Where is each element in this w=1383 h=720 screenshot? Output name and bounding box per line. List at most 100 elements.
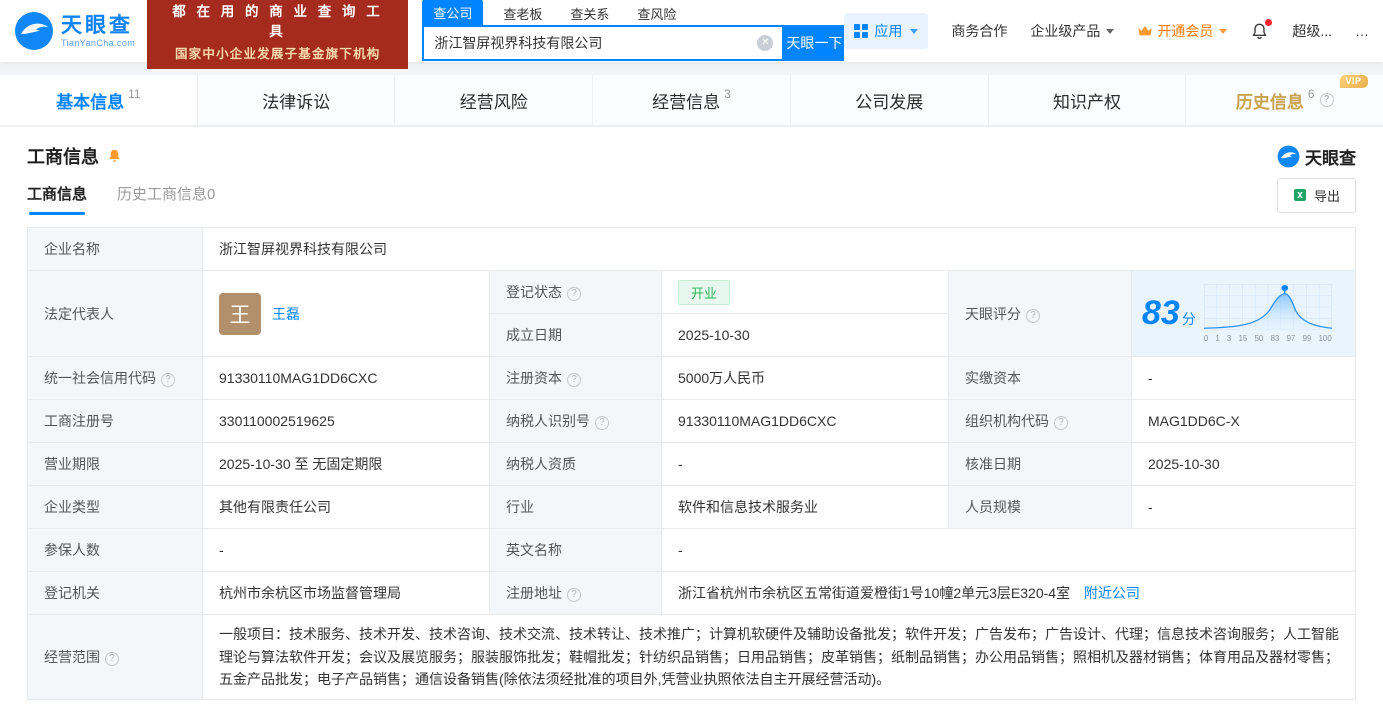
english-name-value: - bbox=[661, 528, 1356, 572]
tab-badge: 6 bbox=[1307, 87, 1315, 101]
subtab-business-info[interactable]: 工商信息 bbox=[27, 183, 87, 215]
alert-bell-icon[interactable] bbox=[107, 148, 122, 164]
subtabs: 工商信息 历史工商信息0 导出 bbox=[27, 177, 1356, 217]
logo-title: 天眼查 bbox=[61, 14, 133, 38]
reg-status-label: 登记状态 bbox=[489, 270, 662, 314]
score-axis-label: 99 bbox=[1302, 334, 1312, 343]
search-tab-company[interactable]: 查公司 bbox=[422, 0, 484, 25]
logo-text: 天眼查 TianYanCha.com bbox=[61, 14, 135, 47]
table-row: 法定代表人 王 王磊 登记状态 开业 天眼评分 bbox=[27, 270, 1356, 357]
page-title: 工商信息 bbox=[27, 147, 99, 167]
search-tabs: 查公司 查老板 查关系 查风险 bbox=[422, 0, 844, 25]
score-axis-label: 0 bbox=[1203, 334, 1209, 343]
apps-menu[interactable]: 应用 bbox=[844, 13, 929, 49]
search-input[interactable] bbox=[424, 34, 758, 51]
reg-number-value: 330110002519625 bbox=[202, 399, 490, 443]
tab-basic-info[interactable]: 基本信息 11 bbox=[0, 75, 198, 125]
nav-open-vip[interactable]: 开通会员 bbox=[1137, 21, 1228, 41]
export-label: 导出 bbox=[1313, 188, 1340, 204]
notification-bell[interactable] bbox=[1250, 18, 1273, 41]
page: 天眼查 TianYanCha.com 都 在 用 的 商 业 查 询 工 具 国… bbox=[0, 0, 1383, 720]
business-scope-label: 经营范围 bbox=[27, 613, 203, 701]
search-tab-risk[interactable]: 查风险 bbox=[637, 4, 676, 25]
established-label: 成立日期 bbox=[489, 313, 662, 357]
chevron-down-icon bbox=[1219, 28, 1228, 34]
export-button[interactable]: 导出 bbox=[1276, 177, 1356, 213]
apps-grid-icon bbox=[854, 24, 869, 38]
reg-status-cell: 开业 bbox=[661, 270, 949, 314]
search-tab-boss[interactable]: 查老板 bbox=[503, 4, 542, 25]
score-axis-label: 50 bbox=[1254, 334, 1264, 343]
tab-label: 法律诉讼 bbox=[262, 92, 331, 112]
tab-label: 公司发展 bbox=[855, 92, 924, 112]
business-term-label: 营业期限 bbox=[27, 442, 203, 486]
vip-label: 开通会员 bbox=[1157, 23, 1214, 39]
help-icon[interactable] bbox=[1319, 93, 1334, 107]
taxpayer-id-value: 91330110MAG1DD6CXC bbox=[661, 399, 949, 443]
tab-intellectual-property[interactable]: 知识产权 bbox=[989, 75, 1187, 125]
subtab-history-business-info[interactable]: 历史工商信息0 bbox=[117, 183, 215, 215]
nav-super-member[interactable]: 超级... bbox=[1292, 21, 1332, 41]
logo-subtitle: TianYanCha.com bbox=[61, 37, 136, 48]
table-row: 经营范围 一般项目：技术服务、技术开发、技术咨询、技术交流、技术转让、技术推广；… bbox=[27, 613, 1356, 701]
search-tab-relation[interactable]: 查关系 bbox=[570, 4, 609, 25]
tab-company-development[interactable]: 公司发展 bbox=[791, 75, 989, 125]
tab-operating-info[interactable]: 经营信息 3 bbox=[593, 75, 791, 125]
top-header: 天眼查 TianYanCha.com 都 在 用 的 商 业 查 询 工 具 国… bbox=[0, 0, 1383, 69]
help-icon[interactable] bbox=[105, 652, 119, 666]
nav-business-cooperation[interactable]: 商务合作 bbox=[951, 21, 1007, 41]
more-menu[interactable]: … bbox=[1355, 23, 1369, 39]
address-value: 浙江省杭州市余杭区五常街道爱橙街1号10幢2单元3层E320-4室 bbox=[678, 585, 1071, 601]
score-axis-label: 1 bbox=[1215, 334, 1220, 343]
established-value: 2025-10-30 bbox=[661, 313, 949, 357]
search-button[interactable]: 天眼一下 bbox=[784, 24, 845, 61]
clear-icon[interactable] bbox=[757, 34, 774, 51]
score-axis-label: 100 bbox=[1318, 334, 1332, 343]
approval-date-label: 核准日期 bbox=[948, 442, 1132, 486]
table-row: 企业类型 其他有限责任公司 行业 软件和信息技术服务业 人员规模 - bbox=[27, 485, 1356, 529]
tab-label: 基本信息 bbox=[56, 92, 125, 112]
tab-label: 知识产权 bbox=[1052, 92, 1121, 112]
tianyancha-logo-icon bbox=[14, 11, 54, 51]
help-icon[interactable] bbox=[1054, 416, 1068, 430]
business-term-value: 2025-10-30 至 无固定期限 bbox=[202, 442, 490, 486]
nearby-companies-link[interactable]: 附近公司 bbox=[1084, 585, 1140, 601]
table-row: 企业名称 浙江智屏视界科技有限公司 bbox=[27, 227, 1356, 271]
table-row: 参保人数 - 英文名称 - bbox=[27, 528, 1356, 572]
help-icon[interactable] bbox=[1026, 308, 1040, 323]
promo-line2: 国家中小企业发展子基金旗下机构 bbox=[174, 47, 381, 61]
tab-history-info[interactable]: 历史信息 6 VIP bbox=[1186, 74, 1383, 125]
watermark-brand: 天眼查 bbox=[1277, 144, 1356, 169]
help-icon[interactable] bbox=[595, 416, 609, 430]
vip-badge: VIP bbox=[1339, 74, 1368, 88]
score-axis-label: 15 bbox=[1238, 334, 1248, 343]
promo-banner: 都 在 用 的 商 业 查 询 工 具 国家中小企业发展子基金旗下机构 bbox=[147, 0, 409, 69]
reg-authority-label: 登记机关 bbox=[27, 571, 203, 615]
score-axis: 0 1 3 15 50 83 97 99 100 bbox=[1204, 334, 1332, 343]
enterprise-label: 企业级产品 bbox=[1030, 23, 1101, 39]
tab-label: 经营信息 bbox=[652, 92, 721, 112]
score-distribution-chart: 0 1 3 15 50 83 97 99 100 bbox=[1203, 284, 1332, 343]
legal-rep-link[interactable]: 王磊 bbox=[272, 304, 300, 324]
help-icon[interactable] bbox=[161, 373, 175, 387]
english-name-label: 英文名称 bbox=[489, 528, 662, 572]
nav-enterprise-products[interactable]: 企业级产品 bbox=[1030, 21, 1115, 41]
help-icon[interactable] bbox=[567, 373, 581, 387]
reg-capital-value: 5000万人民币 bbox=[661, 356, 949, 400]
help-icon[interactable] bbox=[567, 588, 581, 602]
section-header: 工商信息 天眼查 bbox=[27, 143, 1356, 169]
brand-logo-icon bbox=[1277, 145, 1300, 168]
taxpayer-quality-label: 纳税人资质 bbox=[489, 442, 662, 486]
tab-operating-risk[interactable]: 经营风险 bbox=[395, 75, 594, 125]
tianyancha-logo[interactable]: 天眼查 TianYanCha.com bbox=[14, 11, 135, 51]
help-icon[interactable] bbox=[567, 287, 581, 301]
tab-legal-litigation[interactable]: 法律诉讼 bbox=[198, 75, 396, 125]
industry-value: 软件和信息技术服务业 bbox=[661, 485, 949, 529]
score-cell: 83 分 0 1 3 15 50 83 97 99 100 bbox=[1131, 270, 1356, 357]
staff-size-label: 人员规模 bbox=[948, 485, 1132, 529]
main-tabs: 基本信息 11 法律诉讼 经营风险 经营信息 3 公司发展 知识产权 历史信息 … bbox=[0, 74, 1383, 127]
legal-rep-avatar[interactable]: 王 bbox=[219, 292, 261, 335]
tab-label: 经营风险 bbox=[459, 92, 528, 112]
business-info-table: 企业名称 浙江智屏视界科技有限公司 法定代表人 王 王磊 登记状态 开业 bbox=[27, 227, 1356, 701]
table-row: 登记机关 杭州市余杭区市场监督管理局 注册地址 浙江省杭州市余杭区五常街道爱橙街… bbox=[27, 571, 1356, 615]
